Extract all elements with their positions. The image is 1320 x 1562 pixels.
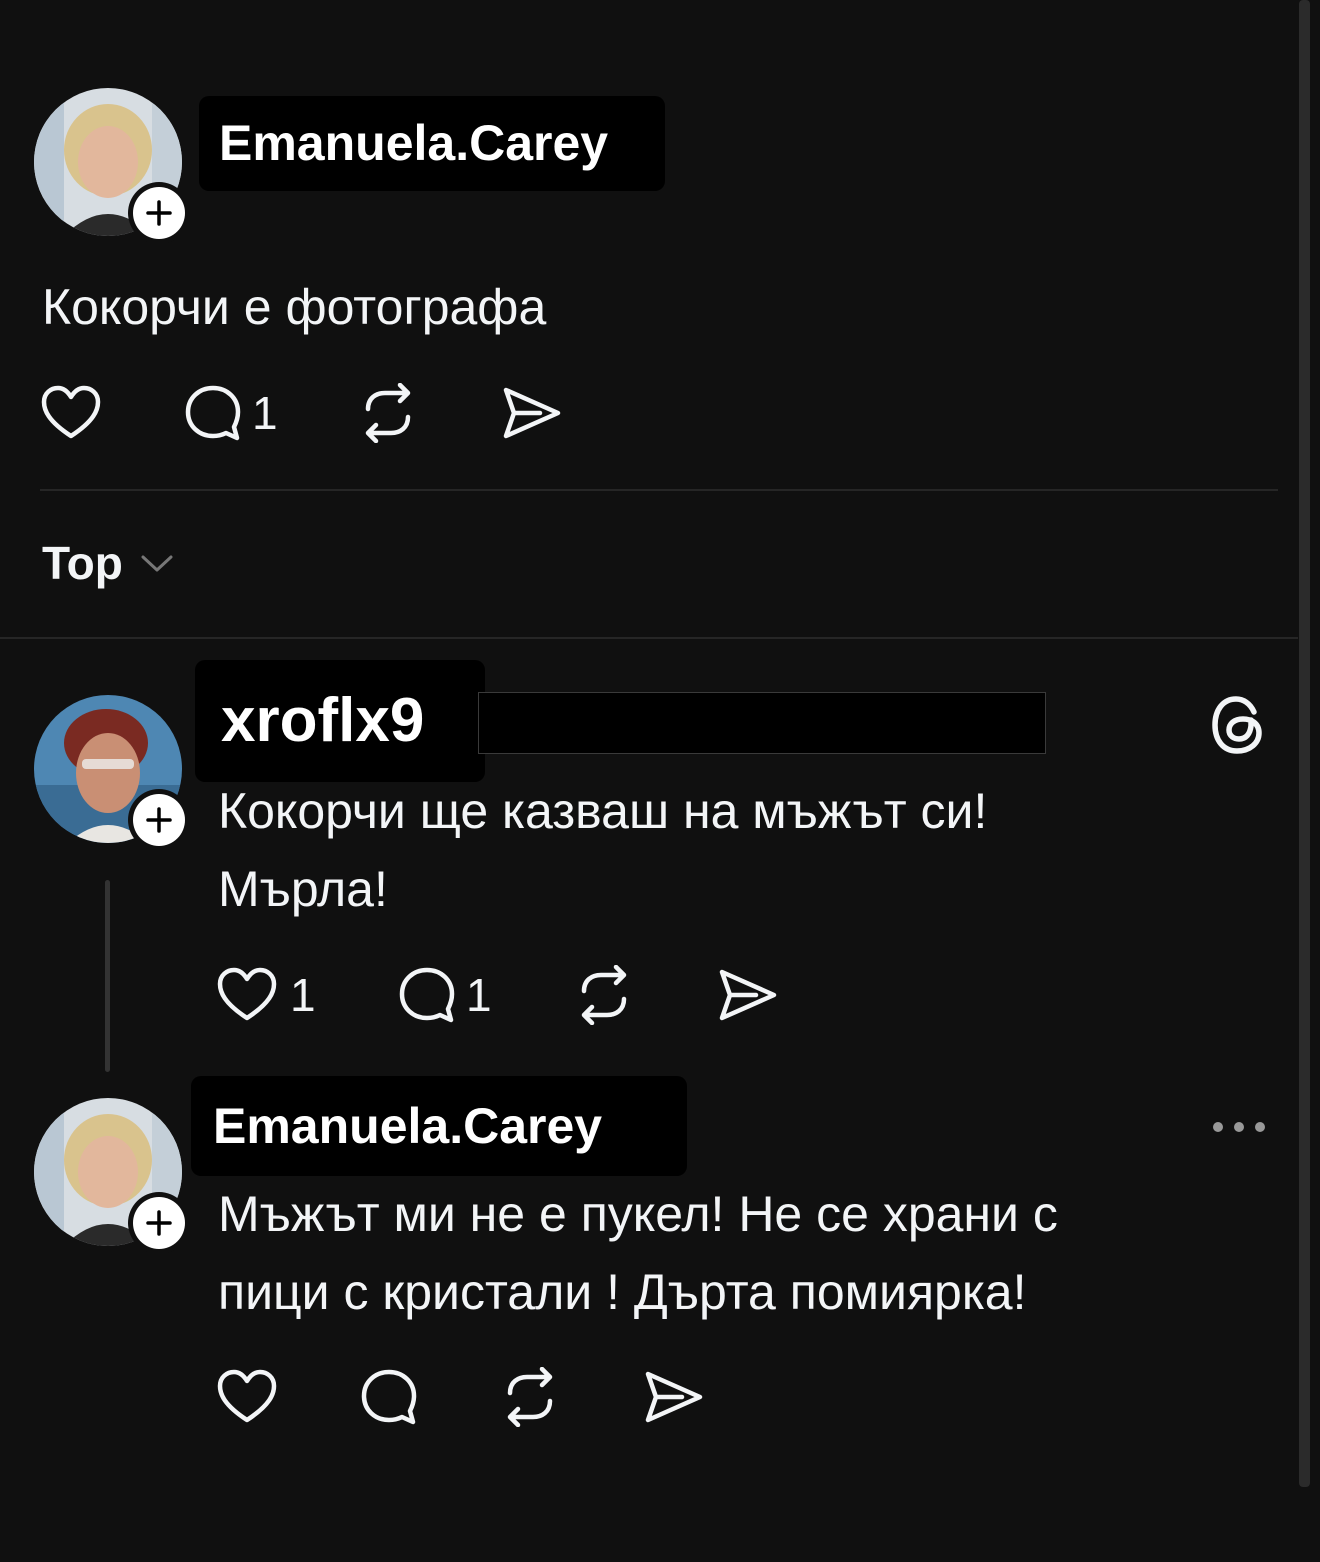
reply-button[interactable]: 1 bbox=[182, 382, 358, 444]
share-button[interactable] bbox=[716, 966, 778, 1024]
reply-author-username[interactable]: Emanuela.Carey bbox=[191, 1076, 687, 1176]
threads-logo-button[interactable] bbox=[1210, 694, 1266, 761]
reply-author-username[interactable]: xroflx9 bbox=[195, 660, 485, 782]
reply-author-avatar[interactable] bbox=[34, 1098, 190, 1254]
chevron-down-icon bbox=[141, 555, 173, 572]
reply-button[interactable] bbox=[358, 1366, 500, 1428]
share-button[interactable] bbox=[642, 1368, 704, 1426]
share-icon bbox=[645, 1371, 703, 1423]
like-button[interactable]: 1 bbox=[216, 966, 396, 1024]
reply-text-line-2: пици с кристали ! Дърта помиярка! bbox=[218, 1264, 1027, 1320]
comment-icon bbox=[399, 967, 455, 1023]
follow-button[interactable] bbox=[128, 789, 190, 851]
heart-icon bbox=[41, 385, 101, 439]
post-actions: 1 bbox=[40, 382, 562, 444]
post-divider bbox=[40, 489, 1278, 491]
reply-count: 1 bbox=[466, 969, 492, 1021]
like-button[interactable] bbox=[216, 1368, 358, 1426]
like-button[interactable] bbox=[40, 384, 182, 442]
thread-line bbox=[105, 880, 110, 1072]
heart-icon bbox=[217, 967, 277, 1021]
post-text: Кокорчи е фотографа bbox=[42, 279, 547, 335]
more-icon bbox=[1213, 1122, 1265, 1132]
more-options-button[interactable] bbox=[1210, 1112, 1268, 1147]
sort-divider bbox=[0, 637, 1298, 639]
like-count: 1 bbox=[290, 969, 316, 1021]
repost-button[interactable] bbox=[500, 1367, 642, 1427]
reply-actions: 1 1 bbox=[216, 964, 778, 1026]
post-author-username[interactable]: Emanuela.Carey bbox=[199, 96, 665, 191]
reply-author-avatar[interactable] bbox=[34, 695, 190, 851]
repost-button[interactable] bbox=[358, 383, 500, 443]
plus-icon bbox=[146, 1210, 172, 1236]
repost-button[interactable] bbox=[574, 965, 716, 1025]
redacted-area bbox=[478, 692, 1046, 754]
post-author-avatar[interactable] bbox=[34, 88, 190, 244]
repost-icon bbox=[365, 383, 411, 443]
share-icon bbox=[719, 969, 777, 1021]
follow-button[interactable] bbox=[128, 182, 190, 244]
reply-text-line-1: Кокорчи ще казваш на мъжът си! bbox=[218, 783, 988, 839]
plus-icon bbox=[146, 200, 172, 226]
scrollbar[interactable] bbox=[1299, 0, 1310, 1487]
follow-button[interactable] bbox=[128, 1192, 190, 1254]
repost-icon bbox=[581, 965, 627, 1025]
repost-icon bbox=[507, 1367, 553, 1427]
plus-icon bbox=[146, 807, 172, 833]
comment-icon bbox=[185, 385, 241, 441]
threads-logo-icon bbox=[1212, 696, 1262, 754]
reply-count: 1 bbox=[252, 387, 278, 439]
reply-actions bbox=[216, 1366, 704, 1428]
heart-icon bbox=[217, 1369, 277, 1423]
reply-text-line-1: Мъжът ми не е пукел! Не се храни с bbox=[218, 1186, 1058, 1242]
reply-text-line-2: Мърла! bbox=[218, 861, 388, 917]
share-button[interactable] bbox=[500, 384, 562, 442]
sort-label: Top bbox=[42, 537, 123, 589]
sort-dropdown[interactable]: Top bbox=[42, 536, 177, 590]
share-icon bbox=[503, 387, 561, 439]
reply-button[interactable]: 1 bbox=[396, 964, 574, 1026]
comment-icon bbox=[361, 1369, 417, 1425]
